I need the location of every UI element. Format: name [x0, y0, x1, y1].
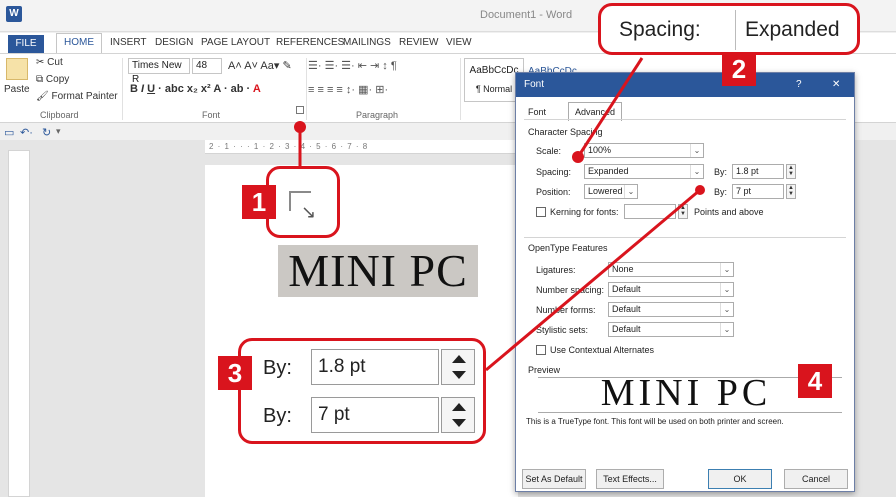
- callout-by1-label: By:: [263, 357, 292, 379]
- step-badge-1: 1: [242, 185, 276, 219]
- callout-by2-label: By:: [263, 405, 292, 427]
- callout-spacing-label: Spacing:: [619, 18, 701, 41]
- callout-spacing-value: Expanded: [745, 18, 840, 41]
- connector-dot-3: [695, 185, 705, 195]
- step-badge-4: 4: [798, 364, 832, 398]
- callout-by2-spinner: [441, 397, 475, 433]
- callout-divider: [735, 10, 736, 50]
- connector-line-3: [485, 188, 701, 372]
- callout-by-values: By: 1.8 pt By: 7 pt: [238, 338, 486, 444]
- callout-dialog-launcher: ↘: [266, 166, 340, 238]
- connector-dot-2: [572, 151, 584, 163]
- callout-spacing: Spacing: Expanded: [598, 3, 860, 55]
- step-badge-3: 3: [218, 356, 252, 390]
- arrow-icon: ↘: [301, 202, 317, 222]
- connector-dot-1: [294, 121, 306, 133]
- step-badge-2: 2: [722, 52, 756, 86]
- connector-line-2: [576, 57, 644, 158]
- callout-by1-value: 1.8 pt: [311, 349, 439, 385]
- callout-by1-spinner: [441, 349, 475, 385]
- callout-by2-value: 7 pt: [311, 397, 439, 433]
